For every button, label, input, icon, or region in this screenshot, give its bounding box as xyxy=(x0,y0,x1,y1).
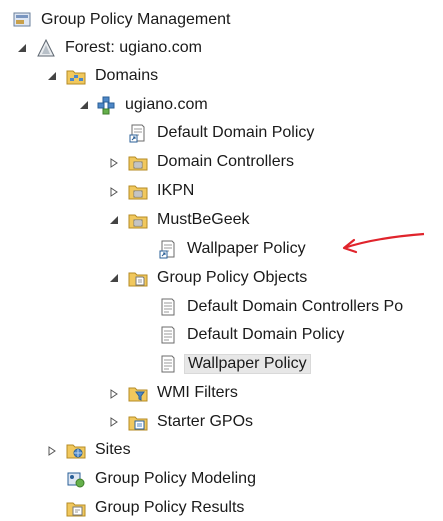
tree-item-group-policy-objects[interactable]: Group Policy Objects xyxy=(128,265,310,291)
wmi-filter-folder-icon xyxy=(128,387,148,402)
tree-label: Sites xyxy=(95,441,131,458)
expanded-chevron-icon[interactable] xyxy=(108,272,120,284)
tree-label: ugiano.com xyxy=(125,96,208,113)
gpm-console-icon xyxy=(13,12,31,27)
tree-item-domain[interactable]: ugiano.com xyxy=(96,92,211,118)
tree-label: Wallpaper Policy xyxy=(184,354,311,374)
tree-item-ikpn[interactable]: IKPN xyxy=(128,178,197,204)
annotation-arrow-icon xyxy=(342,232,425,254)
tree-label: Default Domain Policy xyxy=(157,124,315,141)
tree-label: Domain Controllers xyxy=(157,153,294,170)
tree-label: Default Domain Policy xyxy=(187,326,345,343)
tree-item-gpo-wallpaper-policy[interactable]: Wallpaper Policy xyxy=(158,351,311,377)
gpo-container-folder-icon xyxy=(128,272,148,287)
tree-label: Group Policy Results xyxy=(95,499,245,516)
collapsed-chevron-icon[interactable] xyxy=(108,416,120,428)
collapsed-chevron-icon[interactable] xyxy=(108,186,120,198)
gpo-link-icon xyxy=(129,124,145,143)
expanded-chevron-icon[interactable] xyxy=(46,70,58,82)
sites-folder-icon xyxy=(66,444,86,459)
expanded-chevron-icon[interactable] xyxy=(108,214,120,226)
tree-item-root[interactable]: Group Policy Management xyxy=(12,7,233,33)
domains-folder-icon xyxy=(66,70,86,85)
gpo-icon xyxy=(161,326,175,344)
tree-label: Group Policy Objects xyxy=(157,269,308,286)
tree-label: Wallpaper Policy xyxy=(187,240,306,257)
tree-item-gpo-default-domain-controllers[interactable]: Default Domain Controllers Po xyxy=(158,294,406,320)
tree-label: Starter GPOs xyxy=(157,413,254,430)
ou-folder-icon xyxy=(128,214,148,229)
tree-item-domain-controllers[interactable]: Domain Controllers xyxy=(128,149,297,175)
gpm-tree-view: Group Policy Management Forest: ugiano.c… xyxy=(0,0,443,521)
tree-item-default-domain-policy-link[interactable]: Default Domain Policy xyxy=(128,120,317,146)
tree-item-gp-modeling[interactable]: Group Policy Modeling xyxy=(66,466,259,492)
tree-label: MustBeGeek xyxy=(157,211,250,228)
ou-folder-icon xyxy=(128,156,148,171)
tree-item-gp-results[interactable]: Group Policy Results xyxy=(66,495,247,521)
collapsed-chevron-icon[interactable] xyxy=(46,445,58,457)
starter-gpo-folder-icon xyxy=(128,416,148,431)
collapsed-chevron-icon[interactable] xyxy=(108,157,120,169)
tree-label: Forest: ugiano.com xyxy=(65,39,202,56)
expanded-chevron-icon[interactable] xyxy=(78,99,90,111)
modeling-icon xyxy=(67,472,85,488)
tree-item-gpo-default-domain-policy[interactable]: Default Domain Policy xyxy=(158,322,347,348)
results-icon xyxy=(66,502,86,517)
domain-icon xyxy=(97,96,115,115)
tree-label: Group Policy Management xyxy=(41,11,231,28)
tree-label: Default Domain Controllers Po xyxy=(187,298,404,315)
gpo-icon xyxy=(161,355,175,373)
tree-item-starter-gpos[interactable]: Starter GPOs xyxy=(128,409,256,435)
forest-icon xyxy=(37,38,55,57)
tree-label: Domains xyxy=(95,67,159,84)
tree-label: WMI Filters xyxy=(157,384,238,401)
tree-label: Group Policy Modeling xyxy=(95,470,256,487)
tree-item-forest[interactable]: Forest: ugiano.com xyxy=(36,35,205,61)
tree-item-wmi-filters[interactable]: WMI Filters xyxy=(128,380,241,406)
tree-item-domains[interactable]: Domains xyxy=(66,63,161,89)
tree-item-sites[interactable]: Sites xyxy=(66,437,134,463)
gpo-icon xyxy=(161,298,175,316)
gpo-link-icon xyxy=(159,240,175,259)
ou-folder-icon xyxy=(128,185,148,200)
tree-label: IKPN xyxy=(157,182,195,199)
expanded-chevron-icon[interactable] xyxy=(16,42,28,54)
tree-item-wallpaper-policy-link[interactable]: Wallpaper Policy xyxy=(158,236,309,262)
collapsed-chevron-icon[interactable] xyxy=(108,388,120,400)
tree-item-mustbegeek[interactable]: MustBeGeek xyxy=(128,207,252,233)
